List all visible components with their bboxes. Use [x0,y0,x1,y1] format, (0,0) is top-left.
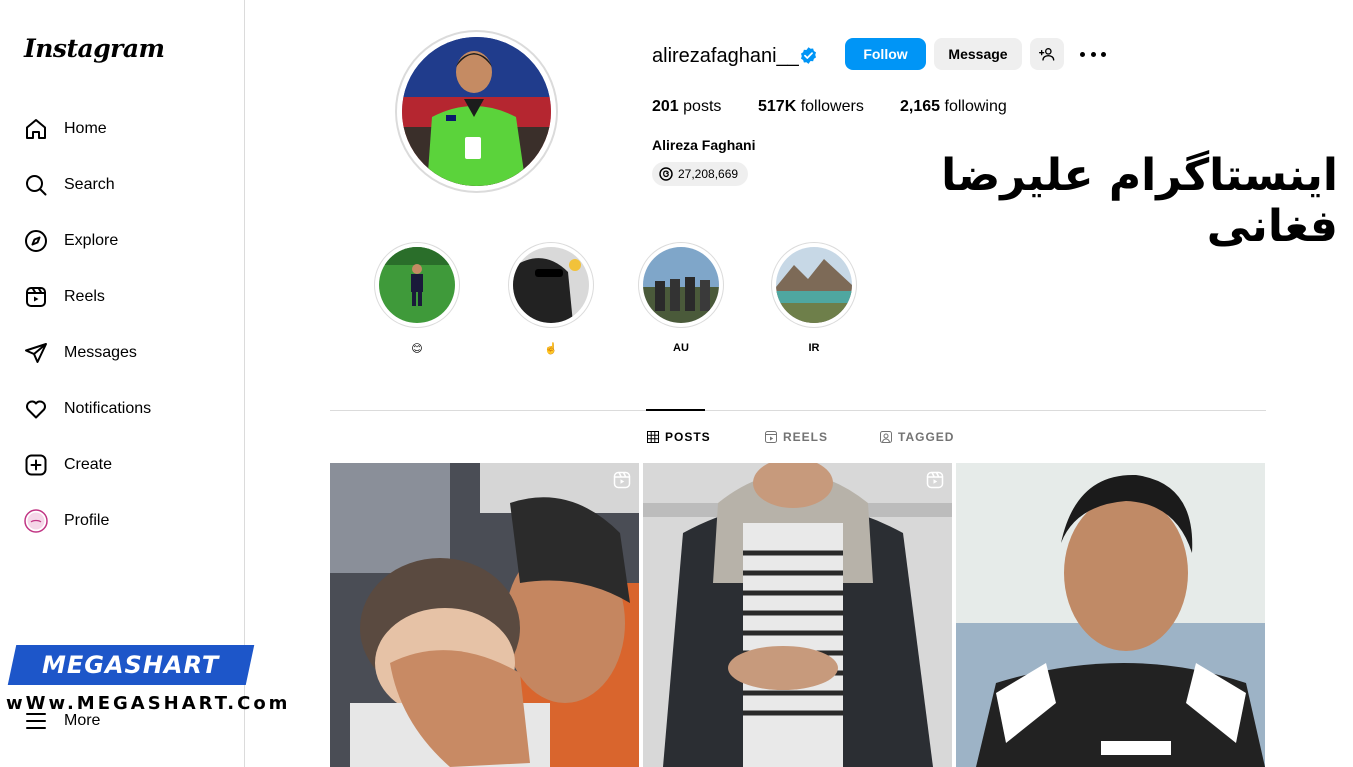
tab-label: REELS [783,430,829,444]
story-highlight[interactable]: ☝️ [508,242,594,355]
instagram-logo[interactable]: Instagram [24,34,165,63]
followers-count: 517K [758,98,797,115]
post-tile[interactable] [643,463,952,767]
story-highlight[interactable]: 😊 [374,242,460,355]
followers-stat[interactable]: 517K followers [758,98,864,116]
sidebar-item-label: More [64,712,101,729]
tab-tagged[interactable]: TAGGED [880,430,954,444]
profile-username: alirezafaghani__ [652,45,799,67]
threads-badge[interactable]: 27,208,669 [652,162,749,186]
avatar-icon [24,509,48,533]
reels-icon [765,431,777,443]
sidebar-item-label: Reels [64,288,105,305]
tab-posts[interactable]: POSTS [647,430,711,444]
posts-count-stat[interactable]: 201 posts [652,98,721,116]
sidebar-item-label: Home [64,120,107,137]
sidebar-item-label: Messages [64,344,137,361]
sidebar-item-label: Search [64,176,115,193]
threads-count: 27,208,669 [678,167,739,181]
verified-badge-icon [800,47,817,64]
sidebar-item-label: Profile [64,512,110,529]
reel-indicator-icon [926,471,944,489]
sidebar-item-label: Create [64,456,113,473]
options-more-icon[interactable] [1080,43,1106,65]
posts-count: 201 [652,98,679,115]
add-user-icon [1039,48,1055,61]
home-icon [24,117,48,141]
following-count: 2,165 [900,98,941,115]
heart-icon [24,397,48,421]
highlight-cover [776,247,852,323]
search-icon [24,173,48,197]
following-stat[interactable]: 2,165 following [900,98,1007,116]
paper-plane-icon [24,341,48,365]
tab-label: TAGGED [898,430,955,444]
sidebar-item-explore[interactable]: Explore [12,217,232,265]
highlight-label: IR [808,342,820,354]
highlight-cover [643,247,719,323]
reels-icon [24,285,48,309]
threads-icon [659,167,673,181]
suggested-users-button[interactable] [1030,38,1064,70]
sidebar-item-home[interactable]: Home [12,105,232,153]
compass-icon [24,229,48,253]
sidebar-item-reels[interactable]: Reels [12,273,232,321]
tagged-user-icon [880,431,892,443]
story-highlight[interactable]: AU [638,242,724,354]
plus-square-icon [24,453,48,477]
watermark-logo: MEGASHART [7,645,255,685]
posts-label: posts [683,98,722,115]
watermark-brand: MEGASHART [42,651,220,679]
followers-label: followers [800,98,864,115]
watermark-url: wWw.MEGASHART.Com [6,693,291,714]
sidebar-item-notifications[interactable]: Notifications [12,385,232,433]
highlight-label: 😊 [411,343,423,355]
tab-label: POSTS [665,430,711,444]
highlight-cover [379,247,455,323]
following-label: following [944,98,1007,115]
active-tab-indicator [646,409,705,411]
tab-reels[interactable]: REELS [765,430,828,444]
avatar-photo [402,37,551,186]
grid-icon [647,431,659,443]
overlay-persian-title: اینستاگرام علیرضا فغانی [941,150,1338,252]
highlight-label: ☝️ [544,343,558,355]
follow-button[interactable]: Follow [845,38,926,70]
message-button[interactable]: Message [934,38,1022,70]
post-thumbnail [956,463,1265,767]
highlight-label: AU [673,342,689,354]
post-tile[interactable] [330,463,639,767]
profile-avatar[interactable] [395,30,558,193]
sidebar-item-label: Explore [64,232,119,249]
sidebar-item-search[interactable]: Search [12,161,232,209]
highlight-cover [513,247,589,323]
tabs-divider [330,410,1266,411]
sidebar-item-messages[interactable]: Messages [12,329,232,377]
profile-full-name: Alireza Faghani [652,137,756,153]
story-highlight[interactable]: IR [771,242,857,354]
sidebar-item-label: Notifications [64,400,152,417]
post-tile[interactable] [956,463,1265,767]
post-thumbnail [643,463,952,767]
reel-indicator-icon [613,471,631,489]
sidebar-item-create[interactable]: Create [12,441,232,489]
post-thumbnail [330,463,639,767]
sidebar-item-profile[interactable]: Profile [12,497,232,545]
